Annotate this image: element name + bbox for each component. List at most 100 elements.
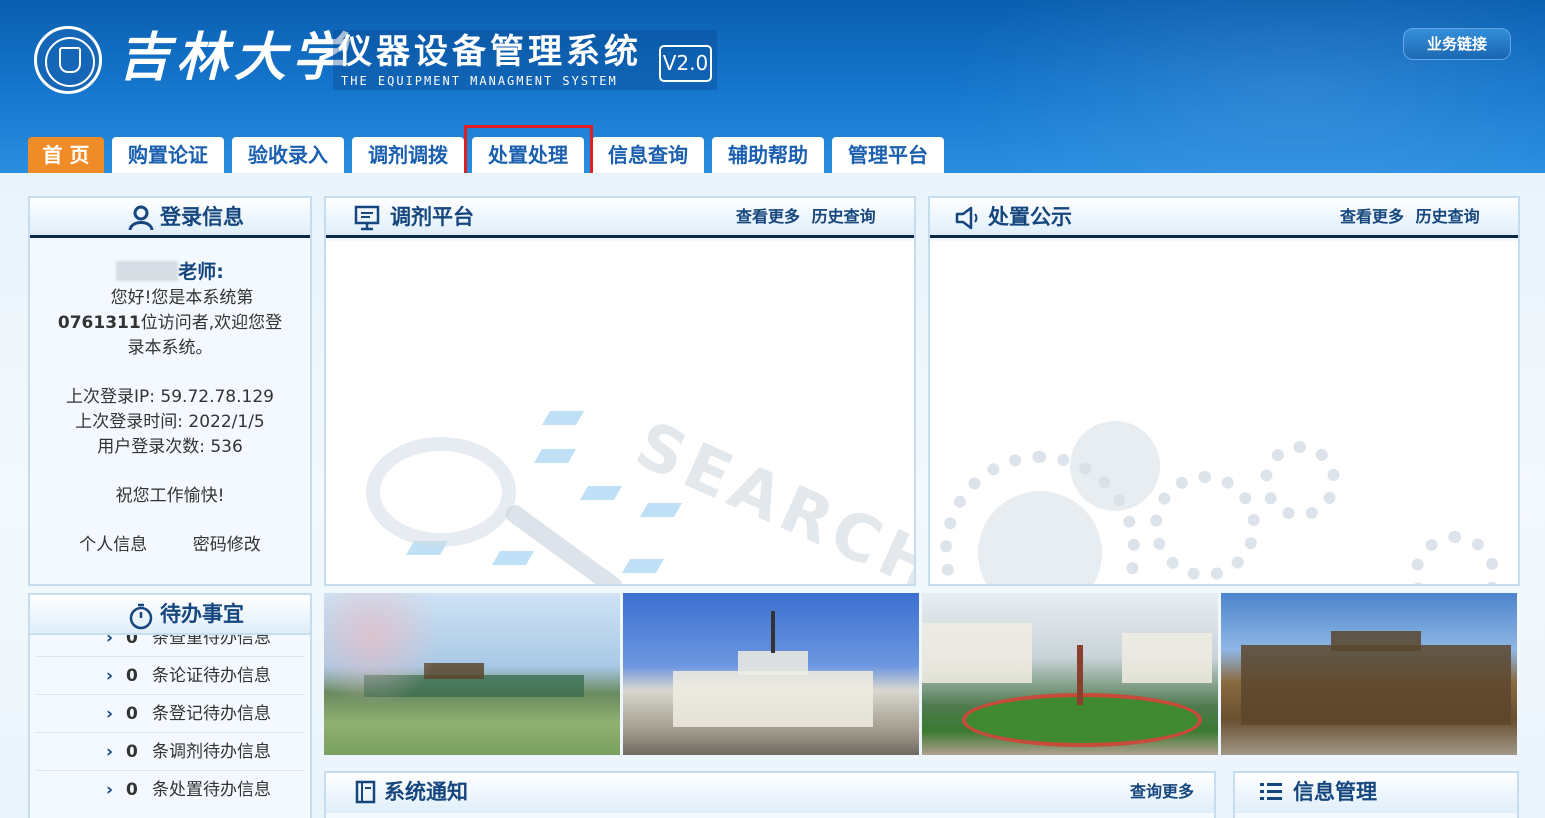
todo-label: 条查重待办信息 [152,635,271,648]
decor-tile [639,503,683,517]
todo-item-registration[interactable]: › 0 条登记待办信息 [36,695,304,733]
login-count: 用户登录次数: 536 [97,437,243,457]
photo-building [738,651,808,675]
visitor-text-end: 录本系统。 [127,338,213,358]
todo-title: 待办事宜 [160,602,244,626]
campus-photo-4 [1221,593,1517,755]
magnifier-lens-icon [366,437,516,547]
disposal-notice-header: 处置公示 查看更多 历史查询 [930,198,1518,238]
todo-header: 待办事宜 [30,595,310,635]
chevron-right-icon: › [106,780,114,800]
monitor-icon [354,205,380,231]
magnifier-handle [502,501,626,584]
todo-label: 条论证待办信息 [152,666,271,686]
decor-tile [533,449,577,463]
speaker-icon [955,206,978,230]
tab-help[interactable]: 辅助帮助 [712,137,824,173]
gear-illustration [930,241,1518,584]
greeting-text: 您好!您是本系统第 [110,288,254,308]
info-manage-panel: 信息管理 [1233,771,1519,818]
system-notice-links: 查询更多 [1124,773,1194,811]
photo-antenna [771,611,775,653]
todo-count: 0 [126,780,138,800]
disposal-notice-panel: 处置公示 查看更多 历史查询 [928,196,1520,586]
disposal-notice-title: 处置公示 [988,205,1072,229]
transfer-platform-title: 调剂平台 [390,205,474,229]
disposal-history-link[interactable]: 历史查询 [1416,207,1480,226]
campus-photo-2 [623,593,919,755]
blossom-tree [324,593,444,703]
photo-monument [1077,645,1083,705]
campus-photo-3 [922,593,1218,755]
todo-count: 0 [126,704,138,724]
business-link-button[interactable]: 业务链接 [1403,28,1511,60]
tab-acceptance-entry[interactable]: 验收录入 [232,137,344,173]
corner-gear-icon [1410,531,1500,584]
photo-building [673,671,873,727]
todo-count: 0 [126,635,138,648]
search-illustration: SEARCH [326,241,914,584]
disposal-more-link[interactable]: 查看更多 [1340,207,1404,226]
university-name: 吉林大学 [118,27,351,88]
university-seal-icon [34,26,102,94]
todo-item-transfer[interactable]: › 0 条调剂待办信息 [36,733,304,771]
small-gear-hub [1070,421,1160,511]
chevron-right-icon: › [106,666,114,686]
chevron-right-icon: › [106,635,114,648]
medium-gear-icon [1150,471,1260,581]
transfer-platform-links: 查看更多 历史查询 [730,198,876,236]
info-manage-header: 信息管理 [1235,773,1517,813]
todo-label: 条调剂待办信息 [152,742,271,762]
redacted-name [116,261,179,281]
system-notice-more-link[interactable]: 查询更多 [1130,782,1194,801]
decor-tile [491,551,535,565]
search-watermark: SEARCH [625,408,916,586]
photo-building [1331,631,1421,651]
login-info-header: 登录信息 [30,198,310,238]
todo-list: › 0 条查重待办信息 › 0 条论证待办信息 › 0 条登记待办信息 › 0 … [30,635,310,809]
todo-panel: 待办事宜 › 0 条查重待办信息 › 0 条论证待办信息 › 0 条登记待办信息… [28,593,312,818]
todo-item-disposal[interactable]: › 0 条处置待办信息 [36,771,304,809]
decor-tile [621,559,665,573]
tab-home[interactable]: 首 页 [28,137,104,173]
decor-tile [579,486,623,500]
small-gear-icon [1260,441,1340,521]
tab-info-query[interactable]: 信息查询 [592,137,704,173]
transfer-history-link[interactable]: 历史查询 [812,207,876,226]
login-info-body: 老师: 您好!您是本系统第 0761311位访问者,欢迎您登 录本系统。 上次登… [30,238,310,558]
todo-label: 条处置待办信息 [152,780,271,800]
photo-building [1241,645,1511,725]
user-icon [128,205,154,231]
todo-item-duplicate-check[interactable]: › 0 条查重待办信息 [36,635,304,657]
photo-building [922,623,1032,683]
todo-count: 0 [126,742,138,762]
chevron-right-icon: › [106,742,114,762]
teacher-label: 老师: [178,261,224,283]
stopwatch-icon [129,603,153,630]
campus-photo-1 [324,593,620,755]
todo-item-review[interactable]: › 0 条论证待办信息 [36,657,304,695]
visitor-number: 0761311 [57,313,141,333]
disposal-notice-links: 查看更多 历史查询 [1334,198,1480,236]
personal-info-link[interactable]: 个人信息 [79,535,147,555]
tab-admin-platform[interactable]: 管理平台 [832,137,944,173]
version-badge: V2.0 [659,45,712,82]
last-login-ip: 上次登录IP: 59.72.78.129 [66,387,274,407]
system-subtitle: THE EQUIPMENT MANAGMENT SYSTEM [341,74,618,88]
change-password-link[interactable]: 密码修改 [193,535,261,555]
tab-purchase-review[interactable]: 购置论证 [112,137,224,173]
system-notice-header: 系统通知 查询更多 [326,773,1214,813]
todo-count: 0 [126,666,138,686]
transfer-more-link[interactable]: 查看更多 [736,207,800,226]
book-icon [355,780,376,804]
photo-building [1122,633,1212,683]
wish-text: 祝您工作愉快! [115,486,225,506]
tab-transfer[interactable]: 调剂调拨 [352,137,464,173]
last-login-time: 上次登录时间: 2022/1/5 [75,412,265,432]
info-manage-title: 信息管理 [1293,780,1377,804]
visitor-text: 位访问者,欢迎您登 [140,313,283,333]
system-notice-title: 系统通知 [384,780,468,804]
list-icon [1260,783,1282,800]
system-notice-panel: 系统通知 查询更多 [324,771,1216,818]
system-title: 仪器设备管理系统 [338,32,642,72]
